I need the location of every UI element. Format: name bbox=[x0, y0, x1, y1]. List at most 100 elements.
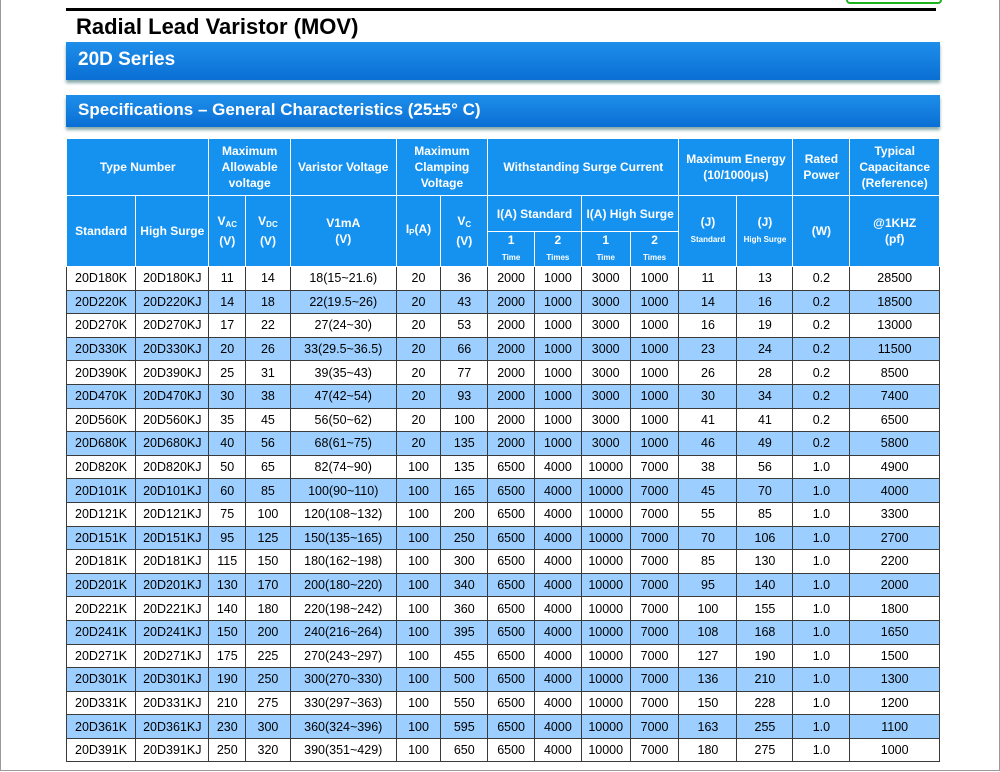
hdr-std-times-label: Times bbox=[546, 253, 570, 262]
cell-vc: 43 bbox=[440, 289, 489, 315]
hdr-ip-unit: (A) bbox=[414, 222, 432, 236]
hdr-energy-hs-label: High Surge bbox=[743, 235, 787, 244]
cell-energy-standard: 45 bbox=[678, 478, 738, 503]
cell-energy-standard: 95 bbox=[678, 572, 738, 598]
cell-rated-power: 0.2 bbox=[792, 360, 851, 385]
cell-high-surge: 20D241KJ bbox=[135, 619, 210, 645]
cell-std-2-times: 4000 bbox=[534, 572, 582, 598]
cell-energy-high-surge: 56 bbox=[736, 454, 794, 480]
table-row: 20D301K 20D301KJ 190 250 300(270~330) 100 500 6… bbox=[65, 667, 940, 692]
cell-standard: 20D221K bbox=[65, 596, 137, 621]
hdr-std-1-time: 1 Time bbox=[487, 231, 535, 267]
hdr-std-2-times: 2 Times bbox=[534, 231, 582, 267]
hdr-hs-1-time: 1 Time bbox=[580, 231, 631, 267]
cell-hs-1-time: 3000 bbox=[580, 336, 631, 362]
cell-energy-high-surge: 41 bbox=[736, 407, 794, 433]
hdr-typical-capacitance: Typical Capacitance (Reference) bbox=[849, 138, 940, 196]
cell-vdc: 320 bbox=[245, 737, 291, 763]
cell-vc: 93 bbox=[440, 383, 489, 409]
cell-hs-2-times: 1000 bbox=[629, 360, 680, 385]
cell-energy-standard: 55 bbox=[678, 501, 738, 527]
cell-vdc: 22 bbox=[245, 313, 291, 338]
cell-energy-standard: 136 bbox=[678, 667, 738, 692]
cell-ip: 20 bbox=[395, 431, 442, 456]
cell-vac: 50 bbox=[208, 454, 247, 480]
cell-energy-standard: 180 bbox=[678, 737, 738, 763]
hdr-ia-high-surge: I(A) High Surge bbox=[580, 195, 680, 232]
cell-capacitance: 1100 bbox=[849, 714, 940, 739]
cell-vac: 40 bbox=[208, 431, 247, 456]
cell-capacitance: 11500 bbox=[849, 336, 940, 362]
cell-rated-power: 1.0 bbox=[792, 478, 851, 503]
spec-table-body: 20D180K 20D180KJ 11 14 18(15~21.6) 20 36 2000 10… bbox=[65, 266, 940, 763]
hdr-vc-unit: (V) bbox=[456, 234, 473, 248]
hdr-vac: VAC (V) bbox=[208, 195, 247, 267]
cell-std-1-time: 6500 bbox=[487, 525, 535, 551]
table-row: 20D151K 20D151KJ 95 125 150(135~165) 100 250 65… bbox=[65, 525, 940, 551]
cell-vdc: 200 bbox=[245, 619, 291, 645]
cell-vac: 60 bbox=[208, 478, 247, 503]
cell-capacitance: 2700 bbox=[849, 525, 940, 551]
cell-rated-power: 1.0 bbox=[792, 501, 851, 527]
cell-energy-standard: 127 bbox=[678, 643, 738, 669]
cell-rated-power: 0.2 bbox=[792, 289, 851, 315]
hdr-energy-standard: (J) Standard bbox=[678, 195, 738, 267]
cell-std-1-time: 6500 bbox=[487, 619, 535, 645]
cell-hs-1-time: 10000 bbox=[580, 572, 631, 598]
cell-hs-2-times: 7000 bbox=[629, 737, 680, 763]
hdr-max-clamping-voltage: Maximum Clamping Voltage bbox=[395, 138, 489, 196]
cell-rated-power: 0.2 bbox=[792, 407, 851, 433]
cell-hs-1-time: 10000 bbox=[580, 714, 631, 739]
cell-ip: 20 bbox=[395, 313, 442, 338]
cell-high-surge: 20D270KJ bbox=[135, 313, 210, 338]
cell-v1ma: 270(243~297) bbox=[289, 643, 397, 669]
cell-v1ma: 120(108~132) bbox=[289, 501, 397, 527]
cell-energy-high-surge: 210 bbox=[736, 667, 794, 692]
hdr-v1ma-unit: (V) bbox=[335, 232, 352, 246]
cell-hs-2-times: 7000 bbox=[629, 525, 680, 551]
cell-v1ma: 56(50~62) bbox=[289, 407, 397, 433]
hdr-energy-std-unit: (J) bbox=[700, 215, 716, 229]
cell-ip: 100 bbox=[395, 596, 442, 621]
cell-std-2-times: 1000 bbox=[534, 383, 582, 409]
cell-vdc: 150 bbox=[245, 549, 291, 574]
cell-energy-standard: 14 bbox=[678, 289, 738, 315]
cell-hs-1-time: 3000 bbox=[580, 360, 631, 385]
cell-high-surge: 20D470KJ bbox=[135, 383, 210, 409]
hdr-max-allowable-voltage: Maximum Allowable voltage bbox=[208, 138, 291, 196]
table-row: 20D820K 20D820KJ 50 65 82(74~90) 100 135 6500 40… bbox=[65, 454, 940, 480]
toolbar-tab[interactable] bbox=[846, 0, 942, 4]
cell-std-1-time: 2000 bbox=[487, 407, 535, 433]
cell-rated-power: 0.2 bbox=[792, 336, 851, 362]
cell-vdc: 180 bbox=[245, 596, 291, 621]
cell-standard: 20D361K bbox=[65, 714, 137, 739]
cell-vac: 150 bbox=[208, 619, 247, 645]
cell-hs-1-time: 10000 bbox=[580, 501, 631, 527]
cell-standard: 20D121K bbox=[65, 501, 137, 527]
cell-vc: 300 bbox=[440, 549, 489, 574]
cell-v1ma: 39(35~43) bbox=[289, 360, 397, 385]
cell-vc: 100 bbox=[440, 407, 489, 433]
cell-vdc: 18 bbox=[245, 289, 291, 315]
cell-v1ma: 180(162~198) bbox=[289, 549, 397, 574]
cell-std-1-time: 6500 bbox=[487, 596, 535, 621]
cell-ip: 20 bbox=[395, 336, 442, 362]
cell-high-surge: 20D181KJ bbox=[135, 549, 210, 574]
spec-table: Type Number Maximum Allowable voltage Va… bbox=[65, 138, 940, 763]
cell-vac: 14 bbox=[208, 289, 247, 315]
cell-hs-2-times: 1000 bbox=[629, 383, 680, 409]
cell-high-surge: 20D180KJ bbox=[135, 266, 210, 291]
cell-vdc: 100 bbox=[245, 501, 291, 527]
cell-energy-standard: 30 bbox=[678, 383, 738, 409]
hdr-hs-2-times: 2 Times bbox=[629, 231, 680, 267]
cell-rated-power: 1.0 bbox=[792, 454, 851, 480]
cell-std-2-times: 1000 bbox=[534, 336, 582, 362]
cell-vc: 500 bbox=[440, 667, 489, 692]
cell-hs-2-times: 7000 bbox=[629, 501, 680, 527]
cell-hs-2-times: 7000 bbox=[629, 549, 680, 574]
hdr-vc: VC (V) bbox=[440, 195, 489, 267]
cell-vc: 250 bbox=[440, 525, 489, 551]
series-header: 20D Series bbox=[66, 42, 940, 80]
cell-vac: 190 bbox=[208, 667, 247, 692]
cell-hs-1-time: 10000 bbox=[580, 667, 631, 692]
